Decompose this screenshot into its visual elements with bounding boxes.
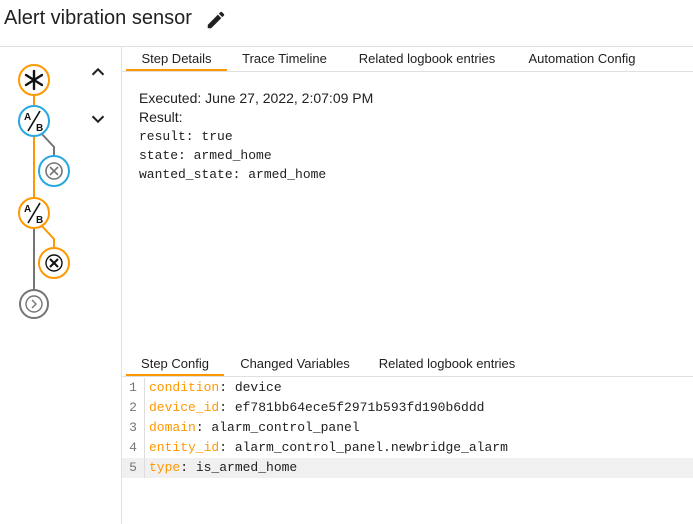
code-key: domain xyxy=(149,420,196,435)
trace-details-panel: Step Details Trace Timeline Related logb… xyxy=(122,46,693,524)
code-key: entity_id xyxy=(149,440,220,455)
code-line-active: 5 type: is_armed_home xyxy=(122,458,693,478)
result-label: Result: xyxy=(139,109,183,125)
code-key: condition xyxy=(149,380,220,395)
trace-graph-panel: A B A B xyxy=(0,46,122,524)
end-node[interactable] xyxy=(19,289,49,319)
line-number: 2 xyxy=(122,398,145,418)
code-editor[interactable]: 1 condition: device 2 device_id: ef781bb… xyxy=(122,378,693,478)
header: Alert vibration sensor xyxy=(0,0,693,40)
result-line: result: true xyxy=(139,129,233,144)
result-line: state: armed_home xyxy=(139,148,272,163)
details-tabs: Step Details Trace Timeline Related logb… xyxy=(122,47,693,72)
tab-trace-timeline[interactable]: Trace Timeline xyxy=(232,47,337,71)
step-details: Executed: June 27, 2022, 2:07:09 PM Resu… xyxy=(139,89,373,184)
trace-graph: A B A B xyxy=(18,64,70,319)
svg-text:A: A xyxy=(24,204,31,215)
svg-text:B: B xyxy=(36,215,43,226)
tab-step-details[interactable]: Step Details xyxy=(126,47,227,71)
code-value: : is_armed_home xyxy=(180,460,298,475)
graph-link xyxy=(39,223,55,248)
chevron-down-icon[interactable] xyxy=(87,108,109,130)
tab-changed-variables[interactable]: Changed Variables xyxy=(232,352,358,376)
line-number: 1 xyxy=(122,378,145,398)
code-value: : alarm_control_panel.newbridge_alarm xyxy=(219,440,508,455)
cancel-node[interactable] xyxy=(38,247,70,279)
code-value: : alarm_control_panel xyxy=(195,420,360,435)
tab-automation-config[interactable]: Automation Config xyxy=(517,47,647,71)
chevron-up-icon[interactable] xyxy=(87,61,109,83)
svg-text:A: A xyxy=(24,112,31,123)
code-line: 4 entity_id: alarm_control_panel.newbrid… xyxy=(122,438,693,458)
code-key: type xyxy=(149,460,181,475)
edit-icon[interactable] xyxy=(205,9,227,31)
condition-node[interactable]: A B xyxy=(18,105,50,137)
line-number: 5 xyxy=(122,458,145,478)
tab-related-logbook-2[interactable]: Related logbook entries xyxy=(372,352,522,376)
result-line: wanted_state: armed_home xyxy=(139,167,327,182)
svg-text:B: B xyxy=(36,123,43,134)
step-config-tabs: Step Config Changed Variables Related lo… xyxy=(122,352,693,377)
code-line: 1 condition: device xyxy=(122,378,693,398)
executed-timestamp: Executed: June 27, 2022, 2:07:09 PM xyxy=(139,90,374,106)
code-key: device_id xyxy=(149,400,220,415)
code-line: 3 domain: alarm_control_panel xyxy=(122,418,693,438)
trigger-node[interactable] xyxy=(18,64,50,96)
condition-node[interactable]: A B xyxy=(18,197,50,229)
code-value: : ef781bb64ece5f2971b593fd190b6ddd xyxy=(219,400,485,415)
line-number: 4 xyxy=(122,438,145,458)
cancel-node[interactable] xyxy=(38,155,70,187)
tab-related-logbook[interactable]: Related logbook entries xyxy=(352,47,502,71)
code-value: : device xyxy=(219,380,282,395)
tab-step-config[interactable]: Step Config xyxy=(126,352,224,376)
code-line: 2 device_id: ef781bb64ece5f2971b593fd190… xyxy=(122,398,693,418)
page-title: Alert vibration sensor xyxy=(4,7,192,29)
graph-link xyxy=(39,131,55,156)
line-number: 3 xyxy=(122,418,145,438)
